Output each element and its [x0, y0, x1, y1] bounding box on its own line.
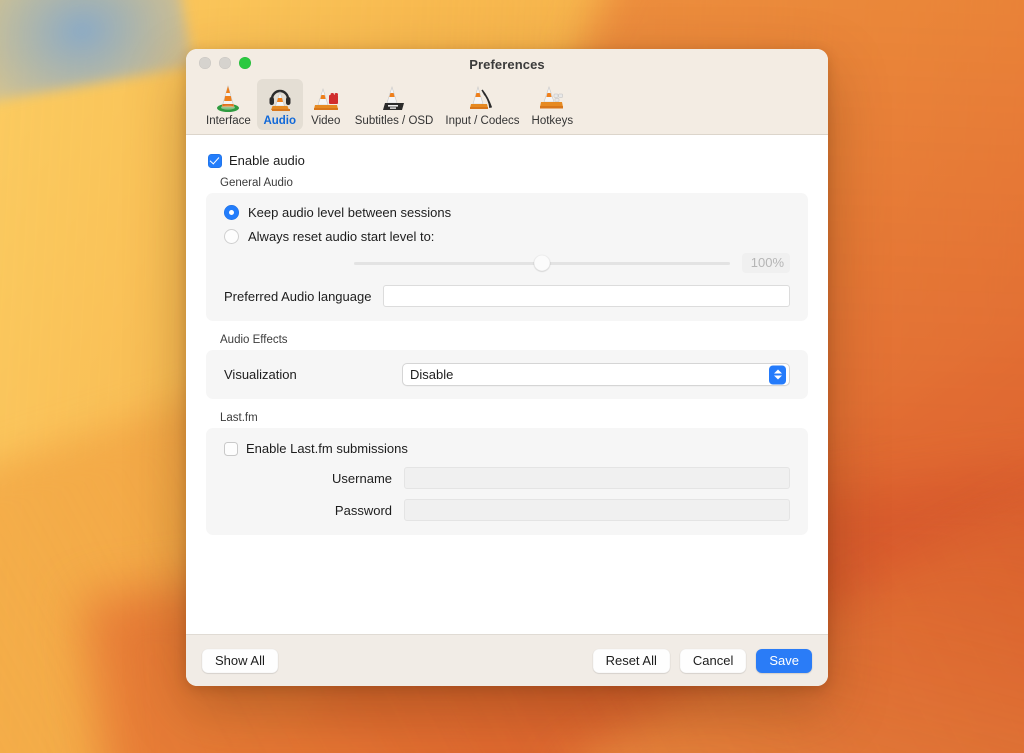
reset-audio-level-label: Always reset audio start level to:	[248, 229, 434, 244]
chevron-up-down-icon	[769, 365, 786, 384]
slider-thumb[interactable]	[534, 255, 550, 271]
tab-interface-label: Interface	[206, 115, 251, 127]
tab-interface[interactable]: Interface	[200, 79, 257, 130]
reset-audio-level-row[interactable]: Always reset audio start level to:	[224, 229, 790, 244]
window-titlebar-area: Preferences Interface	[186, 49, 828, 135]
enable-audio-checkbox[interactable]	[208, 154, 222, 168]
window-title: Preferences	[186, 57, 828, 72]
cancel-button[interactable]: Cancel	[680, 649, 746, 673]
keep-audio-level-label: Keep audio level between sessions	[248, 205, 451, 220]
enable-lastfm-row[interactable]: Enable Last.fm submissions	[224, 441, 790, 456]
lastfm-username-row: Username	[224, 467, 790, 489]
zoom-button-icon[interactable]	[239, 57, 251, 69]
tab-input-codecs-label: Input / Codecs	[445, 115, 519, 127]
visualization-label: Visualization	[224, 367, 390, 382]
preferences-toolbar: Interface Audio	[186, 79, 828, 134]
tab-video[interactable]: Video	[303, 79, 349, 130]
keep-audio-level-row[interactable]: Keep audio level between sessions	[224, 205, 790, 220]
vlc-cone-subtitles-icon	[377, 82, 411, 114]
audio-start-level-row: 100%	[224, 253, 790, 273]
preferences-footer: Show All Reset All Cancel Save	[186, 634, 828, 686]
lastfm-password-label: Password	[224, 503, 392, 518]
preferences-content: Enable audio General Audio Keep audio le…	[186, 135, 828, 634]
keep-audio-level-radio[interactable]	[224, 205, 239, 220]
reset-audio-level-radio[interactable]	[224, 229, 239, 244]
show-all-button[interactable]: Show All	[202, 649, 278, 673]
enable-audio-label: Enable audio	[229, 153, 305, 168]
tab-audio-label: Audio	[263, 115, 296, 127]
vlc-cone-hotkeys-icon	[535, 82, 569, 114]
wallpaper-band	[0, 0, 194, 111]
audio-effects-group: Visualization Disable	[206, 350, 808, 399]
enable-audio-row[interactable]: Enable audio	[208, 153, 808, 168]
enable-lastfm-checkbox[interactable]	[224, 442, 238, 456]
vlc-cone-video-icon	[309, 82, 343, 114]
preferred-audio-language-row: Preferred Audio language	[224, 285, 790, 307]
minimize-button-icon[interactable]	[219, 57, 231, 69]
tab-input-codecs[interactable]: Input / Codecs	[439, 79, 525, 130]
preferences-window: Preferences Interface	[186, 49, 828, 686]
audio-start-level-slider[interactable]	[354, 254, 730, 272]
vlc-cone-interface-icon	[211, 82, 245, 114]
vlc-cone-input-icon	[465, 82, 499, 114]
tab-audio[interactable]: Audio	[257, 79, 303, 130]
preferred-audio-language-input[interactable]	[383, 285, 790, 307]
titlebar[interactable]: Preferences	[186, 49, 828, 79]
lastfm-username-label: Username	[224, 471, 392, 486]
tab-subtitles-osd-label: Subtitles / OSD	[355, 115, 434, 127]
tab-hotkeys-label: Hotkeys	[532, 115, 574, 127]
preferred-audio-language-label: Preferred Audio language	[224, 289, 371, 304]
close-button-icon[interactable]	[199, 57, 211, 69]
audio-effects-group-title: Audio Effects	[220, 334, 808, 346]
reset-all-button[interactable]: Reset All	[593, 649, 670, 673]
lastfm-password-input[interactable]	[404, 499, 790, 521]
lastfm-username-input[interactable]	[404, 467, 790, 489]
visualization-selected-value: Disable	[410, 367, 453, 382]
lastfm-group: Enable Last.fm submissions Username Pass…	[206, 428, 808, 535]
tab-subtitles-osd[interactable]: Subtitles / OSD	[349, 79, 440, 130]
general-audio-group-title: General Audio	[220, 177, 808, 189]
tab-hotkeys[interactable]: Hotkeys	[526, 79, 580, 130]
lastfm-group-title: Last.fm	[220, 412, 808, 424]
tab-video-label: Video	[311, 115, 340, 127]
traffic-light-controls	[199, 57, 251, 69]
audio-start-level-value: 100%	[742, 253, 790, 273]
vlc-cone-headphones-icon	[263, 82, 297, 114]
save-button[interactable]: Save	[756, 649, 812, 673]
lastfm-password-row: Password	[224, 499, 790, 521]
visualization-select[interactable]: Disable	[402, 363, 790, 386]
desktop-wallpaper: Preferences Interface	[0, 0, 1024, 753]
enable-lastfm-label: Enable Last.fm submissions	[246, 441, 408, 456]
general-audio-group: Keep audio level between sessions Always…	[206, 193, 808, 321]
